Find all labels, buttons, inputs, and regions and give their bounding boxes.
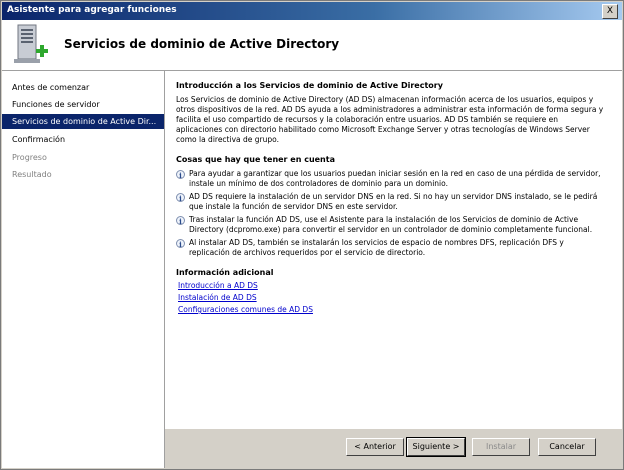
wizard-header: Servicios de dominio de Active Directory (2, 20, 622, 71)
sidebar-item-resultado: Resultado (12, 170, 52, 179)
info-icon: i (176, 170, 185, 180)
link-instalacion-ad-ds[interactable]: Instalación de AD DS (178, 292, 606, 304)
note-item: i Para ayudar a garantizar que los usuar… (176, 169, 606, 189)
content-pane: Introducción a los Servicios de dominio … (165, 71, 622, 429)
link-configuraciones-ad-ds[interactable]: Configuraciones comunes de AD DS (178, 304, 606, 316)
note-item: i Tras instalar la función AD DS, use el… (176, 215, 606, 235)
sidebar-item-funciones-de-servidor[interactable]: Funciones de servidor (2, 97, 164, 112)
notes-heading: Cosas que hay que tener en cuenta (176, 155, 335, 164)
close-button[interactable]: X (602, 4, 618, 19)
wizard-steps-sidebar: Antes de comenzar Funciones de servidor … (2, 71, 165, 468)
intro-text: Los Servicios de dominio de Active Direc… (176, 95, 604, 144)
wizard-window: Asistente para agregar funciones X Servi… (0, 0, 624, 470)
info-icon: i (176, 193, 185, 203)
page-title: Servicios de dominio de Active Directory (64, 37, 340, 51)
sidebar-item-progreso: Progreso (12, 153, 47, 162)
note-text: Al instalar AD DS, también se instalarán… (189, 238, 564, 257)
next-button[interactable]: Siguiente > (406, 437, 466, 457)
install-button: Instalar (472, 438, 530, 456)
note-text: Tras instalar la función AD DS, use el A… (189, 215, 593, 234)
intro-heading: Introducción a los Servicios de dominio … (176, 81, 443, 90)
back-button[interactable]: < Anterior (346, 438, 404, 456)
note-text: AD DS requiere la instalación de un serv… (189, 192, 598, 211)
sidebar-item-servicios-ad[interactable]: Servicios de dominio de Active Dir... (2, 114, 164, 129)
note-item: i AD DS requiere la instalación de un se… (176, 192, 606, 212)
button-bar: < Anterior Siguiente > Instalar Cancelar (165, 429, 622, 468)
sidebar-item-confirmacion[interactable]: Confirmación (2, 132, 164, 147)
sidebar-item-antes-de-comenzar[interactable]: Antes de comenzar (2, 80, 164, 95)
info-icon: i (176, 216, 185, 226)
link-introduccion-ad-ds[interactable]: Introducción a AD DS (178, 280, 606, 292)
info-icon: i (176, 239, 185, 249)
note-text: Para ayudar a garantizar que los usuario… (189, 169, 601, 188)
window-title: Asistente para agregar funciones (7, 5, 177, 15)
note-item: i Al instalar AD DS, también se instalar… (176, 238, 606, 258)
server-add-role-icon (14, 24, 48, 63)
cancel-button[interactable]: Cancelar (538, 438, 596, 456)
title-bar[interactable]: Asistente para agregar funciones X (2, 2, 622, 20)
more-info-heading: Información adicional (176, 268, 274, 277)
